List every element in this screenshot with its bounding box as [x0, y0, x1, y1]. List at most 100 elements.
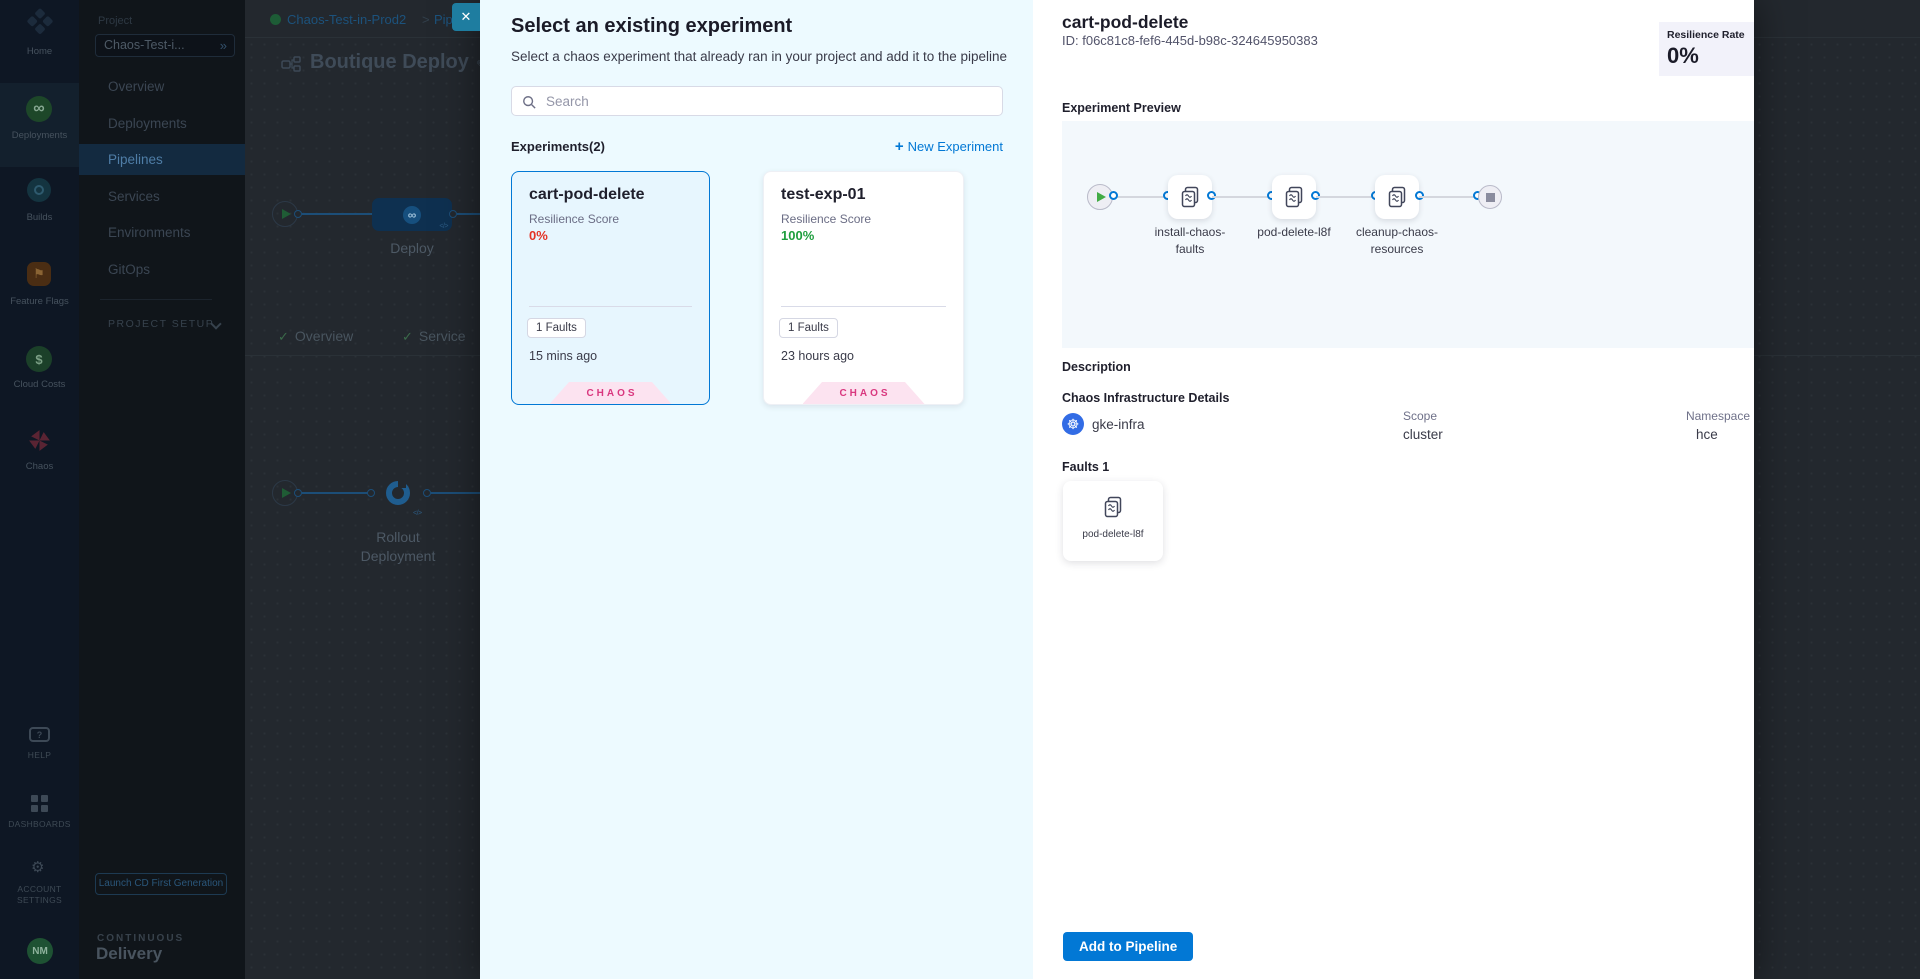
faults-badge: 1 Faults [527, 318, 586, 338]
sidebar-item-home[interactable]: Home [0, 46, 79, 57]
experiment-name: test-exp-01 [781, 186, 865, 204]
nav-item-overview[interactable]: Overview [108, 79, 164, 94]
sidebar-item-account-settings[interactable]: ACCOUNT SETTINGS [0, 884, 79, 906]
launch-cd-first-gen-button[interactable]: Launch CD First Generation [95, 873, 227, 895]
rollout-icon-notch [398, 481, 406, 488]
rollout-step-label: Rollout Deployment [338, 528, 458, 566]
module-sidebar: Home ∞ Deployments Builds ⚑ Feature Flag… [0, 0, 79, 979]
namespace-value: hce [1696, 427, 1718, 442]
preview-wire [1316, 196, 1375, 198]
account-settings-line1: ACCOUNT [17, 884, 61, 894]
resilience-rate-value: 0% [1667, 43, 1699, 69]
experiment-card-test-exp-01[interactable]: test-exp-01 Resilience Score 100% 1 Faul… [763, 171, 964, 405]
search-input[interactable] [544, 87, 994, 115]
sidebar-item-chaos[interactable]: Chaos [0, 461, 79, 472]
infra-name: gke-infra [1092, 417, 1145, 432]
resilience-rate-label: Resilience Rate [1667, 29, 1745, 41]
preview-wire [1212, 196, 1272, 198]
stage-deploy-label: Deploy [372, 240, 452, 256]
kubernetes-icon: ☸ [1062, 413, 1084, 435]
close-icon[interactable]: ✕ [452, 3, 480, 31]
preview-step-label: pod-delete-l8f [1234, 224, 1354, 241]
scope-value: cluster [1403, 427, 1443, 442]
page-title: Boutique Deploy [310, 51, 469, 74]
nav-item-services[interactable]: Services [108, 189, 160, 204]
wire [302, 213, 372, 215]
nav-item-pipelines[interactable]: Pipelines [108, 152, 163, 167]
experiment-preview-canvas: install-chaos-faults pod-delete-l8f clea… [1062, 121, 1754, 348]
wire-port [294, 489, 302, 497]
resilience-score-value: 100% [781, 228, 814, 243]
wire [302, 492, 368, 494]
deployments-icon: ∞ [26, 96, 52, 122]
experiment-card-cart-pod-delete[interactable]: cart-pod-delete Resilience Score 0% 1 Fa… [511, 171, 710, 405]
tab-service[interactable]: ✓Service [402, 328, 466, 345]
preview-wire [1113, 196, 1168, 198]
preview-step-install-chaos-faults[interactable] [1168, 175, 1212, 219]
modal-title: Select an existing experiment [511, 15, 792, 38]
experiment-details-panel: cart-pod-delete ID: f06c81c8-fef6-445d-b… [1033, 0, 1754, 979]
faults-section-label: Faults 1 [1062, 460, 1109, 474]
double-chevron-icon: » [220, 35, 227, 56]
preview-step-cleanup[interactable] [1375, 175, 1419, 219]
last-run-time: 23 hours ago [781, 349, 854, 363]
resilience-score-value: 0% [529, 228, 548, 243]
rollout-label-line1: Rollout [376, 529, 420, 545]
description-label: Description [1062, 360, 1131, 374]
feature-flags-icon: ⚑ [27, 262, 51, 286]
wire-port [449, 210, 457, 218]
avatar[interactable]: NM [27, 938, 53, 964]
fault-card[interactable]: pod-delete-l8f [1063, 481, 1163, 561]
nav-item-environments[interactable]: Environments [108, 225, 191, 240]
check-icon: ✓ [278, 329, 289, 344]
tab-service-label: Service [419, 328, 466, 344]
home-icon [26, 8, 54, 36]
sidebar-item-feature-flags[interactable]: Feature Flags [0, 296, 79, 307]
tab-overview[interactable]: ✓ Overview [278, 328, 353, 345]
pipeline-icon [281, 56, 303, 72]
resilience-rate-box: Resilience Rate 0% [1659, 22, 1754, 76]
rollout-label-line2: Deployment [361, 548, 436, 564]
cd-stage-icon: ∞ [403, 206, 421, 224]
project-setup-toggle[interactable]: PROJECT SETUP [108, 318, 214, 330]
infra-details-label: Chaos Infrastructure Details [1062, 391, 1229, 405]
experiment-list-panel: ✕ Select an existing experiment Select a… [480, 0, 1033, 979]
nav-item-deployments[interactable]: Deployments [108, 116, 187, 131]
sidebar-item-builds[interactable]: Builds [0, 212, 79, 223]
help-icon: ? [29, 727, 50, 742]
chaos-icon [27, 428, 52, 453]
project-selector[interactable]: Chaos-Test-i... » [95, 34, 235, 57]
search-box [511, 86, 1003, 116]
gear-icon: ⚙ [31, 858, 44, 876]
new-experiment-label: New Experiment [908, 139, 1003, 154]
add-to-pipeline-button[interactable]: Add to Pipeline [1063, 932, 1193, 961]
project-nav: Project Chaos-Test-i... » Overview Deplo… [79, 0, 245, 979]
footer-eyebrow: CONTINUOUS [97, 933, 184, 944]
project-selector-value: Chaos-Test-i... [104, 38, 185, 52]
sidebar-item-deployments[interactable]: Deployments [0, 130, 79, 141]
sidebar-item-dashboards[interactable]: DASHBOARDS [0, 819, 79, 830]
tab-overview-label: Overview [295, 328, 353, 344]
select-experiment-drawer: ✕ Select an existing experiment Select a… [480, 0, 1754, 979]
stage-deploy-card[interactable]: ∞ </> [372, 198, 452, 231]
sidebar-item-help[interactable]: HELP [0, 750, 79, 761]
breadcrumb-project[interactable]: Chaos-Test-in-Prod2 [287, 12, 406, 27]
wire [457, 213, 480, 215]
app-root: Home ∞ Deployments Builds ⚑ Feature Flag… [0, 0, 1920, 979]
preview-step-pod-delete[interactable] [1272, 175, 1316, 219]
account-settings-line2: SETTINGS [17, 895, 62, 905]
sidebar-item-cloud-costs[interactable]: Cloud Costs [0, 379, 79, 390]
project-color-icon [270, 14, 281, 25]
wire-port [367, 489, 375, 497]
new-experiment-button[interactable]: +New Experiment [895, 138, 1003, 155]
code-glyph: </> [413, 510, 422, 517]
experiment-detail-title: cart-pod-delete [1062, 12, 1188, 33]
resilience-score-label: Resilience Score [781, 212, 871, 226]
preview-wire [1419, 196, 1478, 198]
nav-item-gitops[interactable]: GitOps [108, 262, 150, 277]
preview-end-node [1478, 185, 1502, 209]
card-divider [529, 306, 692, 307]
modal-subtitle: Select a chaos experiment that already r… [511, 49, 1007, 64]
preview-port [1109, 191, 1118, 200]
project-section-label: Project [98, 15, 132, 27]
